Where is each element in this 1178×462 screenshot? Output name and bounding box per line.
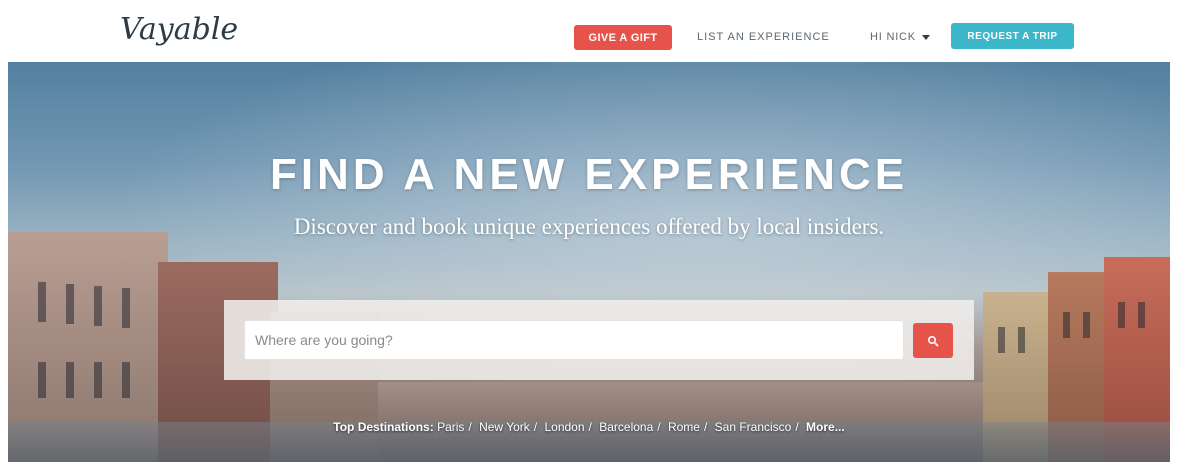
user-menu-label: HI NICK	[870, 31, 916, 43]
window	[1063, 312, 1070, 338]
destination-link[interactable]: Rome	[668, 420, 700, 434]
search-icon	[927, 335, 939, 346]
destination-link[interactable]: London	[544, 420, 584, 434]
search-panel	[224, 300, 974, 380]
window	[66, 362, 74, 398]
top-destinations-label: Top Destinations:	[333, 420, 434, 434]
window	[998, 327, 1005, 353]
hero-title: FIND A NEW EXPERIENCE	[269, 150, 909, 199]
window	[122, 362, 130, 398]
top-destinations: Top Destinations: Paris / New York / Londo…	[333, 420, 845, 434]
top-navbar: Vayable GIVE A GIFT LIST AN EXPERIENCE H…	[0, 0, 1178, 62]
destination-link[interactable]: San Francisco	[715, 420, 792, 434]
destination-link[interactable]: Barcelona	[599, 420, 653, 434]
give-gift-button[interactable]: GIVE A GIFT	[574, 25, 672, 50]
window	[1083, 312, 1090, 338]
more-destinations-link[interactable]: More...	[806, 420, 845, 434]
user-menu[interactable]: HI NICK	[870, 31, 930, 43]
window	[66, 284, 74, 324]
hero-banner: FIND A NEW EXPERIENCE Discover and book …	[8, 62, 1170, 462]
caret-down-icon	[921, 34, 930, 40]
destination-link[interactable]: Paris	[437, 420, 464, 434]
window	[122, 288, 130, 328]
window	[38, 362, 46, 398]
list-experience-link[interactable]: LIST AN EXPERIENCE	[697, 31, 830, 43]
window	[1138, 302, 1145, 328]
hero-subtitle: Discover and book unique experiences off…	[293, 214, 885, 239]
window	[38, 282, 46, 322]
window	[1118, 302, 1125, 328]
destination-search-input[interactable]	[244, 320, 904, 360]
destination-link[interactable]: New York	[479, 420, 530, 434]
logo[interactable]: Vayable	[120, 12, 238, 47]
window	[94, 362, 102, 398]
window	[1018, 327, 1025, 353]
request-trip-button[interactable]: REQUEST A TRIP	[951, 23, 1074, 49]
window	[94, 286, 102, 326]
search-button[interactable]	[913, 323, 953, 358]
